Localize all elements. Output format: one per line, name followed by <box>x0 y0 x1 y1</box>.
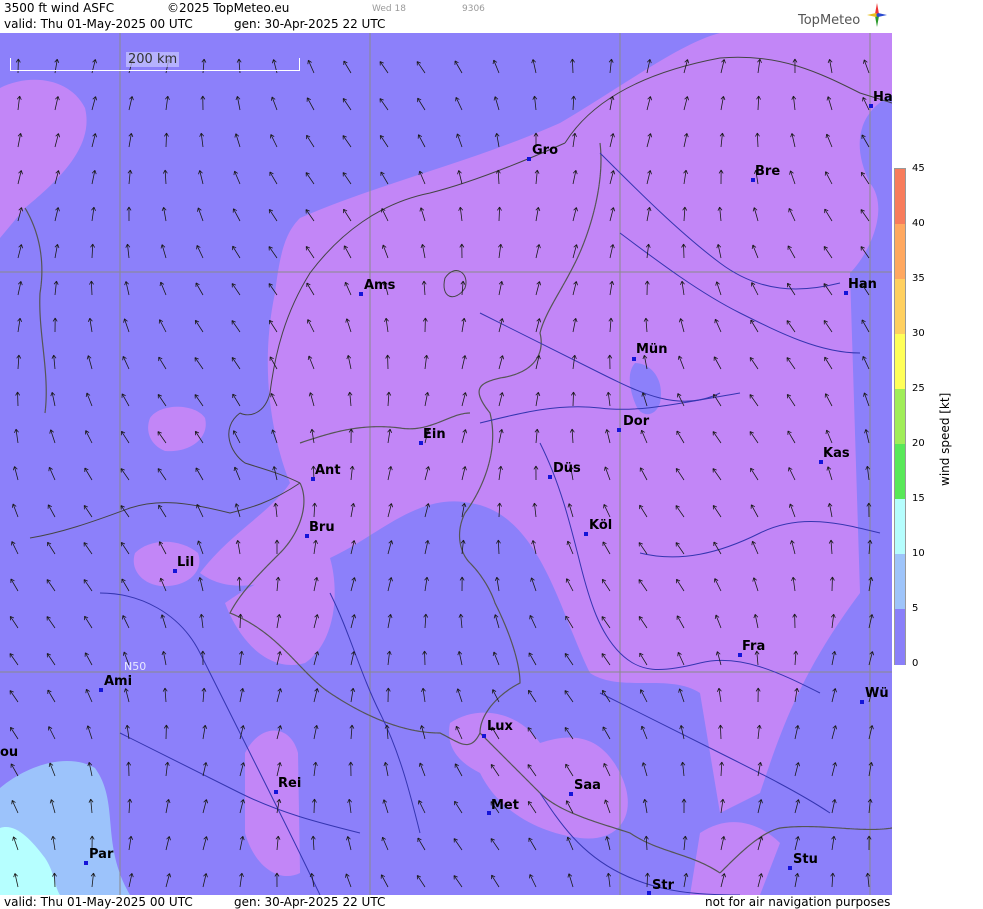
city-label: Stu <box>793 852 818 867</box>
wind-speed-colorbar <box>894 168 906 665</box>
city-dot <box>84 861 88 865</box>
copyright-text: ©2025 TopMeteo.eu <box>167 1 290 15</box>
generated-time: gen: 30-Apr-2025 22 UTC <box>234 17 386 31</box>
legend-tick-label: 15 <box>912 493 925 504</box>
footer-valid-time: valid: Thu 01-May-2025 00 UTC <box>4 895 193 909</box>
legend-tick-label: 30 <box>912 328 925 339</box>
city-label: Bre <box>755 164 781 179</box>
wind-map <box>0 33 892 895</box>
colorbar-segment <box>895 389 905 445</box>
city-dot <box>584 532 588 536</box>
city-label: Ha <box>873 90 893 105</box>
city-label: Gro <box>532 143 559 158</box>
valid-time: valid: Thu 01-May-2025 00 UTC <box>4 17 193 31</box>
city-label: Dor <box>623 414 650 429</box>
city-label: Bru <box>309 520 335 535</box>
city-label: Lil <box>177 555 195 570</box>
city-label: Rei <box>278 776 302 791</box>
city-label: ou <box>0 745 19 760</box>
header-bar: 3500 ft wind ASFC ©2025 TopMeteo.eu Wed … <box>0 0 893 33</box>
colorbar-segment <box>895 224 905 280</box>
city-label: Köl <box>589 518 613 533</box>
city-label: Han <box>848 277 877 292</box>
city-dot <box>617 428 621 432</box>
city-dot <box>632 357 636 361</box>
city-label: Wü <box>865 686 889 701</box>
city-label: Kas <box>823 446 850 461</box>
city-dot <box>860 700 864 704</box>
city-dot <box>527 157 531 161</box>
colorbar-segment <box>895 279 905 335</box>
city-label: Ami <box>104 674 133 689</box>
colorbar-segment <box>895 554 905 610</box>
legend-tick-label: 35 <box>912 273 925 284</box>
footer-bar: valid: Thu 01-May-2025 00 UTC gen: 30-Ap… <box>0 895 893 909</box>
city-label: Ant <box>315 463 341 478</box>
legend-tick-label: 5 <box>912 603 919 614</box>
colorbar-segment <box>895 609 905 665</box>
city-label: Str <box>652 878 674 893</box>
city-label: Ein <box>423 427 446 442</box>
city-label: Mün <box>636 342 668 357</box>
code-hint: 9306 <box>462 4 485 14</box>
city-label: Ams <box>364 278 396 293</box>
city-label: Met <box>491 798 519 813</box>
colorbar-segment <box>895 169 905 225</box>
city-label: Düs <box>553 461 581 476</box>
colorbar-segment <box>895 334 905 390</box>
legend-tick-label: 10 <box>912 548 925 559</box>
topmeteo-logo: TopMeteo <box>798 13 861 28</box>
city-label: Saa <box>574 778 601 793</box>
legend-tick-label: 20 <box>912 438 925 449</box>
legend-tick-label: 40 <box>912 218 925 229</box>
colorbar-segment <box>895 499 905 555</box>
legend-tick-label: 45 <box>912 163 925 174</box>
legend-tick-label: 25 <box>912 383 925 394</box>
latitude-label: N50 <box>124 660 147 673</box>
city-dot <box>548 475 552 479</box>
disclaimer-text: not for air navigation purposes <box>705 895 891 909</box>
colorbar-segment <box>895 444 905 500</box>
scale-label: 200 km <box>126 52 180 67</box>
legend-title: wind speed [kt] <box>938 392 952 486</box>
city-dot <box>788 866 792 870</box>
city-dot <box>99 688 103 692</box>
city-label: Par <box>89 847 114 862</box>
city-dot <box>359 292 363 296</box>
city-label: Fra <box>742 639 766 654</box>
compass-icon <box>867 3 887 27</box>
city-dot <box>482 734 486 738</box>
day-hint: Wed 18 <box>372 4 406 14</box>
footer-generated-time: gen: 30-Apr-2025 22 UTC <box>234 895 386 909</box>
city-label: Lux <box>487 719 513 734</box>
legend-tick-label: 0 <box>912 658 919 669</box>
city-dot <box>569 792 573 796</box>
product-title: 3500 ft wind ASFC <box>4 1 115 15</box>
